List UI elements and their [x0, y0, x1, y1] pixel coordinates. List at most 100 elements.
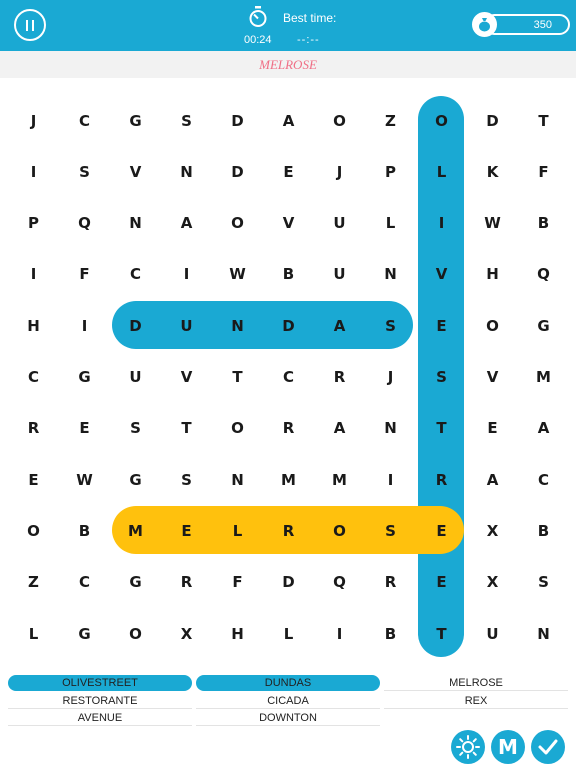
- grid-cell[interactable]: H: [212, 608, 263, 659]
- grid-cell[interactable]: E: [161, 505, 212, 556]
- grid-cell[interactable]: R: [416, 454, 467, 505]
- grid-cell[interactable]: R: [8, 403, 59, 454]
- grid-cell[interactable]: M: [518, 352, 569, 403]
- grid-cell[interactable]: U: [314, 249, 365, 300]
- grid-cell[interactable]: G: [110, 557, 161, 608]
- grid-cell[interactable]: W: [59, 454, 110, 505]
- mode-button[interactable]: M: [491, 730, 525, 764]
- grid-cell[interactable]: X: [467, 505, 518, 556]
- grid-cell[interactable]: H: [8, 300, 59, 351]
- grid-cell[interactable]: L: [263, 608, 314, 659]
- grid-cell[interactable]: H: [467, 249, 518, 300]
- grid-cell[interactable]: S: [518, 557, 569, 608]
- grid-cell[interactable]: T: [416, 608, 467, 659]
- grid-cell[interactable]: Z: [365, 95, 416, 146]
- grid-cell[interactable]: R: [314, 352, 365, 403]
- grid-cell[interactable]: Q: [59, 198, 110, 249]
- grid-cell[interactable]: A: [314, 300, 365, 351]
- grid-cell[interactable]: U: [161, 300, 212, 351]
- grid-cell[interactable]: O: [8, 505, 59, 556]
- grid-cell[interactable]: B: [365, 608, 416, 659]
- grid-cell[interactable]: I: [8, 249, 59, 300]
- grid-cell[interactable]: C: [518, 454, 569, 505]
- grid-cell[interactable]: C: [59, 557, 110, 608]
- grid-cell[interactable]: G: [518, 300, 569, 351]
- grid-cell[interactable]: V: [467, 352, 518, 403]
- grid-cell[interactable]: L: [8, 608, 59, 659]
- grid-cell[interactable]: V: [416, 249, 467, 300]
- grid-cell[interactable]: O: [416, 95, 467, 146]
- grid-cell[interactable]: Q: [314, 557, 365, 608]
- grid-cell[interactable]: F: [212, 557, 263, 608]
- grid-cell[interactable]: A: [314, 403, 365, 454]
- grid-cell[interactable]: J: [8, 95, 59, 146]
- letter-grid[interactable]: JCGSDAOZODTISVNDEJPLKFPQNAOVULIWBIFCIWBU…: [0, 78, 576, 668]
- grid-cell[interactable]: N: [518, 608, 569, 659]
- grid-cell[interactable]: G: [59, 352, 110, 403]
- grid-cell[interactable]: I: [59, 300, 110, 351]
- grid-cell[interactable]: M: [110, 505, 161, 556]
- coin-counter[interactable]: 350: [472, 12, 570, 37]
- grid-cell[interactable]: E: [467, 403, 518, 454]
- grid-cell[interactable]: R: [263, 403, 314, 454]
- grid-cell[interactable]: B: [59, 505, 110, 556]
- grid-cell[interactable]: D: [110, 300, 161, 351]
- grid-cell[interactable]: T: [212, 352, 263, 403]
- grid-cell[interactable]: E: [416, 557, 467, 608]
- grid-cell[interactable]: L: [416, 146, 467, 197]
- grid-cell[interactable]: N: [212, 454, 263, 505]
- grid-cell[interactable]: S: [416, 352, 467, 403]
- grid-cell[interactable]: O: [314, 505, 365, 556]
- grid-cell[interactable]: V: [110, 146, 161, 197]
- grid-cell[interactable]: D: [467, 95, 518, 146]
- grid-cell[interactable]: J: [314, 146, 365, 197]
- grid-cell[interactable]: B: [518, 505, 569, 556]
- grid-cell[interactable]: G: [110, 454, 161, 505]
- grid-cell[interactable]: I: [314, 608, 365, 659]
- grid-cell[interactable]: T: [518, 95, 569, 146]
- grid-cell[interactable]: U: [110, 352, 161, 403]
- grid-cell[interactable]: A: [263, 95, 314, 146]
- grid-cell[interactable]: Q: [518, 249, 569, 300]
- grid-cell[interactable]: O: [314, 95, 365, 146]
- grid-cell[interactable]: D: [263, 300, 314, 351]
- grid-cell[interactable]: N: [365, 403, 416, 454]
- grid-cell[interactable]: S: [161, 454, 212, 505]
- grid-cell[interactable]: D: [212, 95, 263, 146]
- grid-cell[interactable]: S: [110, 403, 161, 454]
- grid-cell[interactable]: R: [161, 557, 212, 608]
- grid-cell[interactable]: R: [365, 557, 416, 608]
- grid-cell[interactable]: F: [518, 146, 569, 197]
- grid-cell[interactable]: N: [110, 198, 161, 249]
- grid-cell[interactable]: P: [365, 146, 416, 197]
- grid-cell[interactable]: N: [212, 300, 263, 351]
- grid-cell[interactable]: L: [212, 505, 263, 556]
- grid-cell[interactable]: F: [59, 249, 110, 300]
- grid-cell[interactable]: E: [8, 454, 59, 505]
- grid-cell[interactable]: X: [161, 608, 212, 659]
- grid-cell[interactable]: W: [467, 198, 518, 249]
- grid-cell[interactable]: J: [365, 352, 416, 403]
- grid-cell[interactable]: I: [8, 146, 59, 197]
- grid-cell[interactable]: N: [365, 249, 416, 300]
- grid-cell[interactable]: V: [161, 352, 212, 403]
- grid-cell[interactable]: S: [59, 146, 110, 197]
- grid-cell[interactable]: O: [467, 300, 518, 351]
- pause-button[interactable]: [14, 9, 46, 41]
- grid-cell[interactable]: Z: [8, 557, 59, 608]
- grid-cell[interactable]: A: [467, 454, 518, 505]
- hint-button[interactable]: [451, 730, 485, 764]
- grid-cell[interactable]: C: [110, 249, 161, 300]
- grid-cell[interactable]: A: [518, 403, 569, 454]
- grid-cell[interactable]: R: [263, 505, 314, 556]
- grid-cell[interactable]: V: [263, 198, 314, 249]
- grid-cell[interactable]: C: [8, 352, 59, 403]
- grid-cell[interactable]: D: [263, 557, 314, 608]
- grid-cell[interactable]: S: [365, 300, 416, 351]
- grid-cell[interactable]: B: [518, 198, 569, 249]
- grid-cell[interactable]: B: [263, 249, 314, 300]
- grid-cell[interactable]: E: [59, 403, 110, 454]
- grid-cell[interactable]: D: [212, 146, 263, 197]
- grid-cell[interactable]: T: [161, 403, 212, 454]
- grid-cell[interactable]: G: [59, 608, 110, 659]
